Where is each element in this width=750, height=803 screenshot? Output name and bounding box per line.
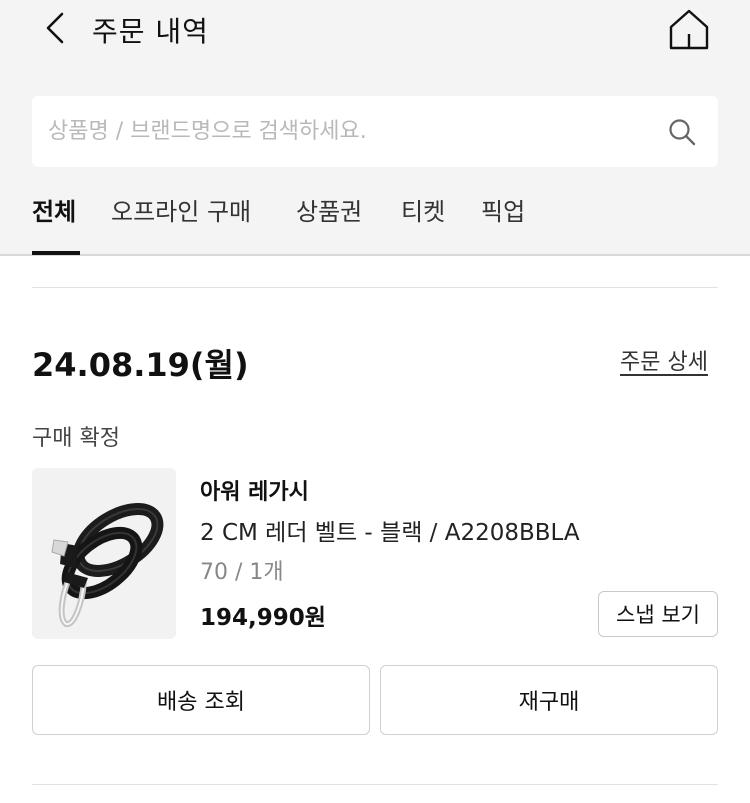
order-date: 24.08.19(월) xyxy=(32,346,249,384)
snap-view-button[interactable]: 스냅 보기 xyxy=(598,591,718,637)
tab-bar-divider xyxy=(0,254,750,256)
search-bar xyxy=(32,96,718,167)
order-detail-link[interactable]: 주문 상세 xyxy=(620,344,708,376)
search-icon[interactable] xyxy=(667,117,697,147)
search-input[interactable] xyxy=(48,96,648,167)
tab-all[interactable]: 전체 xyxy=(32,192,76,227)
belt-product-image xyxy=(32,468,176,639)
tab-pickup[interactable]: 픽업 xyxy=(481,192,525,227)
product-name[interactable]: 2 CM 레더 벨트 - 블랙 / A2208BBLA xyxy=(200,513,580,547)
back-button[interactable] xyxy=(40,8,76,48)
page-title: 주문 내역 xyxy=(92,15,209,48)
divider xyxy=(32,287,718,288)
reorder-button[interactable]: 재구매 xyxy=(380,665,718,735)
product-option: 70 / 1개 xyxy=(200,560,284,585)
product-brand[interactable]: 아워 레가시 xyxy=(200,474,309,506)
chevron-left-icon xyxy=(46,12,64,44)
product-thumbnail[interactable] xyxy=(32,468,176,639)
tab-ticket[interactable]: 티켓 xyxy=(401,192,445,227)
tab-gift-card[interactable]: 상품권 xyxy=(296,192,362,227)
tab-bar: 전체 오프라인 구매 상품권 티켓 픽업 xyxy=(0,188,750,254)
active-tab-indicator xyxy=(32,251,80,255)
order-status: 구매 확정 xyxy=(32,426,120,451)
tab-offline-purchase[interactable]: 오프라인 구매 xyxy=(111,192,251,227)
product-price: 194,990원 xyxy=(200,605,326,631)
home-icon xyxy=(669,9,709,50)
track-delivery-button[interactable]: 배송 조회 xyxy=(32,665,370,735)
divider xyxy=(32,784,718,785)
home-button[interactable] xyxy=(666,6,712,52)
